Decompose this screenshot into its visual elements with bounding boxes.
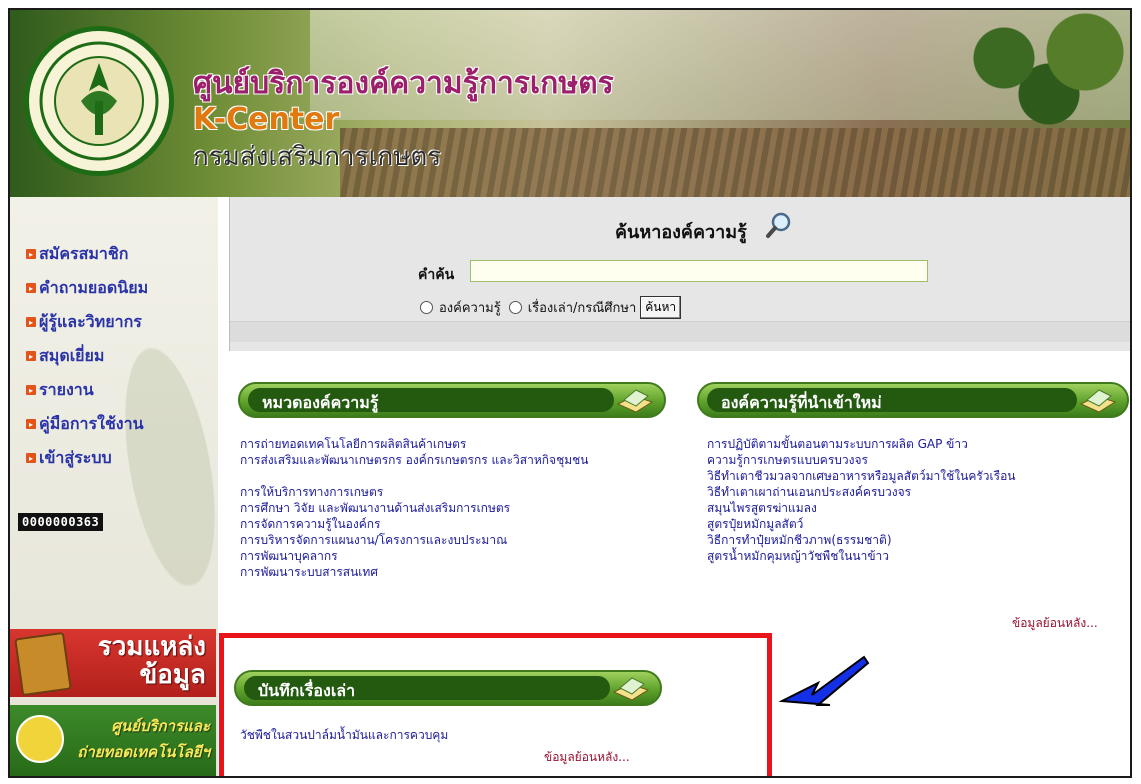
- sidebar-item-label: ผู้รู้และวิทยากร: [39, 311, 142, 331]
- site-header: ศูนย์บริการองค์ความรู้การเกษตร K-Center …: [10, 10, 1130, 197]
- open-book-icon: [616, 389, 654, 413]
- sidebar-menu: ▸ สมัครสมาชิก ▸ คำถามยอดนิยม ▸ ผู้รู้และวิท…: [26, 237, 148, 475]
- list-item[interactable]: สูตรปุ๋ยหมักมูลสัตว์: [707, 516, 1127, 532]
- highlight-box: [219, 633, 772, 776]
- list-item[interactable]: การบริหารจัดการแผนงาน/โครงการและงบประมาณ: [240, 532, 680, 548]
- banner-line: ศูนย์บริการและ: [111, 717, 210, 735]
- sidebar-item-label: สมัครสมาชิก: [39, 243, 129, 263]
- book-icon: [14, 631, 72, 697]
- new-knowledge-list: การปฏิบัติตามขั้นตอนตามระบบการผลิต GAP ข…: [707, 436, 1127, 564]
- seal-emblem-icon: [39, 41, 159, 161]
- banner-line: รวมแหล่ง: [97, 632, 206, 662]
- arrow-bullet-icon: ▸: [26, 351, 36, 361]
- new-knowledge-title: องค์ความรู้ที่นำเข้าใหม่: [721, 393, 882, 412]
- categories-header: หมวดองค์ความรู้: [238, 382, 666, 418]
- sidebar-item-label: คู่มือการใช้งาน: [39, 413, 144, 433]
- list-item[interactable]: สูตรน้ำหมักคุมหญ้าวัชพืชในนาข้าว: [707, 548, 1127, 564]
- visitor-counter: 0000000363: [18, 513, 104, 531]
- search-button[interactable]: ค้นหา: [640, 296, 682, 319]
- list-item[interactable]: วิธีทำเตาเผาถ่านเอนกประสงค์ครบวงจร: [707, 484, 1127, 500]
- sidebar-item-guestbook[interactable]: ▸ สมุดเยี่ยม: [26, 339, 148, 373]
- list-item[interactable]: ความรู้การเกษตรแบบครบวงจร: [707, 452, 1127, 468]
- search-panel: ค้นหาองค์ความรู้ คำค้น องค์ความรู้ เรื่อ…: [229, 197, 1130, 351]
- story-radio-label: เรื่องเล่า/กรณีศึกษา: [527, 301, 637, 316]
- magnifier-icon: [766, 212, 791, 238]
- list-item[interactable]: การศึกษา วิจัย และพัฒนางานด้านส่งเสริมกา…: [240, 500, 680, 516]
- page-frame: ศูนย์บริการองค์ความรู้การเกษตร K-Center …: [8, 8, 1132, 778]
- sidebar-item-login[interactable]: ▸ เข้าสู่ระบบ: [26, 441, 148, 475]
- list-item[interactable]: การพัฒนาบุคลากร: [240, 548, 680, 564]
- blue-arrow-icon: [778, 655, 870, 706]
- department-seal-logo: [24, 26, 174, 176]
- list-item[interactable]: วิธีการทำปุ๋ยหมักชีวภาพ(ธรรมชาติ): [707, 532, 1127, 548]
- sidebar-item-experts[interactable]: ▸ ผู้รู้และวิทยากร: [26, 305, 148, 339]
- site-title-thai: ศูนย์บริการองค์ความรู้การเกษตร: [193, 66, 614, 101]
- tech-center-logo-icon: [16, 715, 64, 763]
- site-title-english: K-Center: [193, 102, 340, 137]
- search-panel-footer: [230, 321, 1130, 342]
- list-item[interactable]: การพัฒนาระบบสารสนเทศ: [240, 564, 680, 580]
- sidebar-item-manual[interactable]: ▸ คู่มือการใช้งาน: [26, 407, 148, 441]
- department-name: กรมส่งเสริมการเกษตร: [193, 142, 442, 172]
- new-knowledge-more-link[interactable]: ข้อมูลย้อนหลัง...: [1012, 614, 1098, 633]
- categories-list: การถ่ายทอดเทคโนโลยีการผลิตสินค้าเกษตร กา…: [240, 436, 680, 580]
- arrow-bullet-icon: ▸: [26, 385, 36, 395]
- new-knowledge-header: องค์ความรู้ที่นำเข้าใหม่: [697, 382, 1129, 418]
- data-sources-banner[interactable]: รวมแหล่ง ข้อมูล: [10, 629, 216, 697]
- list-item[interactable]: การจัดการความรู้ในองค์กร: [240, 516, 680, 532]
- sidebar-item-label: คำถามยอดนิยม: [39, 277, 149, 297]
- sidebar-item-label: เข้าสู่ระบบ: [39, 447, 112, 467]
- list-item[interactable]: สมุนไพรสูตรฆ่าแมลง: [707, 500, 1127, 516]
- sidebar-item-register[interactable]: ▸ สมัครสมาชิก: [26, 237, 148, 271]
- categories-title: หมวดองค์ความรู้: [262, 393, 379, 412]
- sidebar-item-faq[interactable]: ▸ คำถามยอดนิยม: [26, 271, 148, 305]
- header-trees: [950, 10, 1130, 130]
- banner-line: ข้อมูล: [139, 660, 206, 690]
- list-item[interactable]: การให้บริการทางการเกษตร: [240, 484, 680, 500]
- knowledge-radio[interactable]: [420, 301, 433, 314]
- list-item[interactable]: การส่งเสริมและพัฒนาเกษตรกร องค์กรเกษตรกร…: [240, 452, 680, 484]
- search-heading: ค้นหาองค์ความรู้: [615, 222, 747, 243]
- sidebar-item-label: รายงาน: [39, 379, 94, 399]
- search-options: องค์ความรู้ เรื่องเล่า/กรณีศึกษา ค้นหา: [418, 296, 682, 319]
- tech-center-banner[interactable]: ศูนย์บริการและถ่ายทอดเทคโนโลยีฯ: [10, 705, 216, 776]
- header-field: [340, 128, 1130, 197]
- arrow-bullet-icon: ▸: [26, 419, 36, 429]
- sidebar-item-label: สมุดเยี่ยม: [39, 345, 105, 365]
- sidebar: ▸ สมัครสมาชิก ▸ คำถามยอดนิยม ▸ ผู้รู้และวิท…: [10, 197, 218, 776]
- search-input[interactable]: [470, 260, 928, 282]
- banner-line: ถ่ายทอดเทคโนโลยีฯ: [77, 743, 210, 761]
- sidebar-item-report[interactable]: ▸ รายงาน: [26, 373, 148, 407]
- list-item[interactable]: การถ่ายทอดเทคโนโลยีการผลิตสินค้าเกษตร: [240, 436, 680, 452]
- knowledge-radio-label: องค์ความรู้: [439, 301, 501, 316]
- arrow-bullet-icon: ▸: [26, 283, 36, 293]
- search-label: คำค้น: [418, 267, 455, 283]
- story-radio[interactable]: [508, 301, 522, 314]
- open-book-icon: [1079, 389, 1117, 413]
- list-item[interactable]: วิธีทำเตาชีวมวลจากเศษอาหารหรือมูลสัตว์มา…: [707, 468, 1127, 484]
- arrow-bullet-icon: ▸: [26, 249, 36, 259]
- arrow-bullet-icon: ▸: [26, 453, 36, 463]
- arrow-bullet-icon: ▸: [26, 317, 36, 327]
- list-item[interactable]: การปฏิบัติตามขั้นตอนตามระบบการผลิต GAP ข…: [707, 436, 1127, 452]
